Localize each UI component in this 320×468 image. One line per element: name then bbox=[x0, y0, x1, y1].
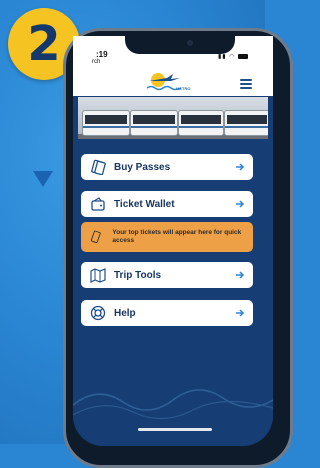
wifi-icon: ◠ bbox=[229, 54, 236, 60]
arrow-right-icon bbox=[236, 200, 245, 208]
hamburger-icon[interactable] bbox=[240, 79, 252, 89]
signal-icon: ▮▮ bbox=[218, 54, 227, 60]
home-indicator[interactable] bbox=[138, 428, 212, 431]
phone-notch bbox=[125, 36, 235, 54]
buy-passes-button[interactable]: Buy Passes bbox=[81, 154, 253, 180]
trip-tools-label: Trip Tools bbox=[114, 269, 162, 281]
status-icons: ▮▮ ◠ bbox=[218, 53, 249, 60]
lifebuoy-icon bbox=[90, 305, 106, 321]
arrow-right-icon bbox=[236, 271, 245, 279]
help-label: Help bbox=[114, 307, 136, 319]
buses-photo bbox=[78, 97, 268, 139]
ticket-icon bbox=[90, 230, 101, 244]
camera-icon bbox=[187, 40, 193, 46]
status-back-link[interactable]: rch bbox=[92, 59, 100, 65]
step-number: 2 bbox=[27, 16, 61, 72]
arrow-right-icon bbox=[236, 163, 245, 171]
logo-text: METRO bbox=[176, 86, 191, 91]
buy-passes-label: Buy Passes bbox=[114, 161, 171, 173]
ticket-wallet-label: Ticket Wallet bbox=[114, 198, 175, 210]
tickets-icon bbox=[91, 159, 106, 175]
help-button[interactable]: Help bbox=[81, 300, 253, 326]
status-time: :19 bbox=[96, 50, 108, 59]
ticket-wallet-button[interactable]: Ticket Wallet bbox=[81, 191, 253, 217]
notice-text: Your top tickets will appear here for qu… bbox=[112, 228, 242, 244]
decorative-waves bbox=[73, 389, 273, 420]
map-icon bbox=[90, 268, 106, 283]
trip-tools-button[interactable]: Trip Tools bbox=[81, 262, 253, 288]
battery-icon bbox=[238, 53, 249, 59]
wallet-icon bbox=[91, 197, 105, 211]
top-tickets-notice: Your top tickets will appear here for qu… bbox=[81, 222, 253, 252]
arrow-right-icon bbox=[236, 309, 245, 317]
triangle-pointer-icon bbox=[33, 171, 53, 187]
